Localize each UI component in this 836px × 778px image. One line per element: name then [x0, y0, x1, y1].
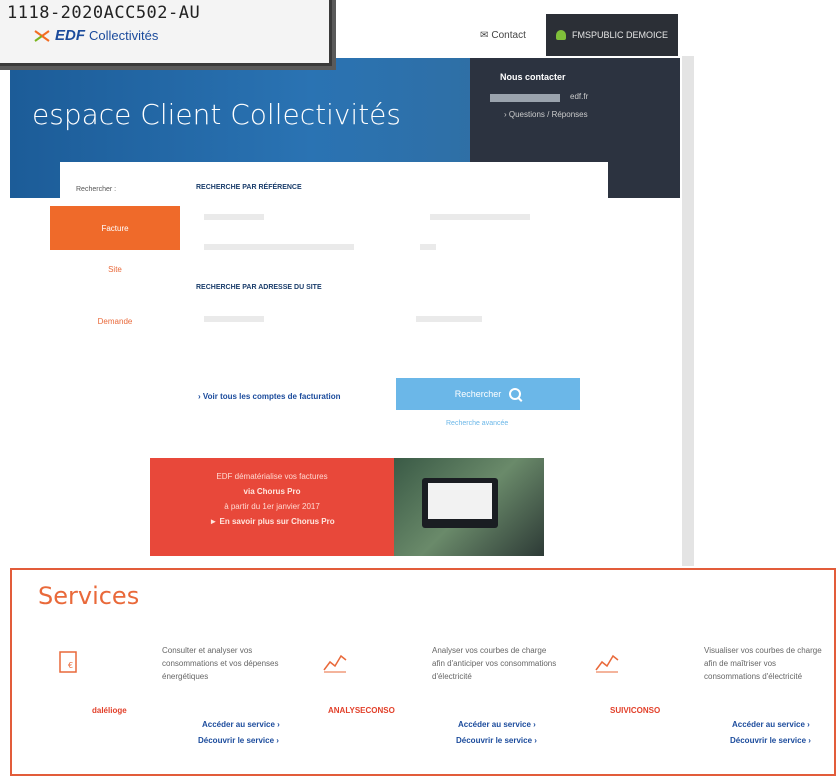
- search-sidebar-label: Rechercher :: [76, 186, 117, 193]
- user-account-button[interactable]: FMSPUBLIC DEMOICE: [546, 14, 678, 56]
- chorus-pro-promo[interactable]: EDF dématérialise vos factures via Choru…: [150, 458, 544, 556]
- access-service-link[interactable]: Accéder au service ›: [202, 720, 280, 729]
- edf-brand: EDF: [55, 27, 85, 44]
- promo-link[interactable]: ► En savoir plus sur Chorus Pro: [150, 517, 394, 526]
- edf-logo: EDF Collectivités: [33, 27, 158, 44]
- user-icon: [555, 30, 566, 40]
- reference-code: 1118-2020ACC502-AU: [7, 3, 201, 23]
- discover-service-link[interactable]: Découvrir le service ›: [456, 736, 537, 745]
- promo-line-2: via Chorus Pro: [243, 487, 301, 496]
- page-title: espace Client Collectivités: [32, 98, 401, 131]
- see-all-accounts-link[interactable]: › Voir tous les comptes de facturation: [198, 392, 341, 401]
- mail-icon: ✉: [480, 30, 489, 41]
- discover-service-link[interactable]: Découvrir le service ›: [198, 736, 279, 745]
- contact-heading: Nous contacter: [500, 72, 566, 82]
- service-description: Visualiser vos courbes de charge afin de…: [704, 646, 822, 681]
- chart-icon: [595, 654, 619, 673]
- faq-link[interactable]: › Questions / Réponses: [504, 110, 588, 119]
- service-card: € dalélioge Consulter et analyser vos co…: [22, 644, 292, 764]
- service-name: ANALYSECONSO: [328, 706, 395, 715]
- reference-field-2[interactable]: [430, 214, 530, 220]
- reference-field-4[interactable]: [420, 244, 436, 250]
- search-button[interactable]: Rechercher: [396, 378, 580, 410]
- promo-line-1: EDF dématérialise vos factures: [216, 472, 328, 481]
- services-section: Services € dalélioge Consulter et analys…: [10, 568, 836, 776]
- service-card: ANALYSECONSO Analyser vos courbes de cha…: [288, 644, 558, 764]
- search-button-label: Rechercher: [454, 389, 502, 399]
- service-name: SUIVICONSO: [610, 706, 661, 715]
- reference-field[interactable]: [204, 214, 264, 220]
- tab-facture[interactable]: Facture: [50, 206, 180, 250]
- promo-text: EDF dématérialise vos factures via Choru…: [150, 458, 394, 556]
- reference-field-3[interactable]: [204, 244, 354, 250]
- contact-link[interactable]: ✉ Contact: [480, 30, 526, 41]
- laptop-image: [422, 478, 498, 528]
- promo-line-3: à partir du 1er janvier 2017: [224, 502, 320, 511]
- services-title: Services: [38, 582, 140, 610]
- discover-service-link[interactable]: Découvrir le service ›: [730, 736, 811, 745]
- section-address-title: RECHERCHE PAR ADRESSE DU SITE: [196, 284, 322, 291]
- user-name: FMSPUBLIC DEMOICE: [571, 30, 668, 40]
- contact-email-redacted: [490, 94, 560, 102]
- address-field[interactable]: [204, 316, 264, 322]
- service-description: Consulter et analyser vos consommations …: [162, 646, 279, 681]
- edf-flower-icon: [34, 29, 50, 42]
- promo-photo: [394, 458, 544, 556]
- service-name: dalélioge: [92, 706, 127, 715]
- address-field-2[interactable]: [416, 316, 482, 322]
- chart-icon: [323, 654, 347, 673]
- reference-stamp: 1118-2020ACC502-AU EDF Collectivités: [0, 0, 332, 66]
- advanced-search-link[interactable]: Recherche avancée: [446, 420, 508, 427]
- access-service-link[interactable]: Accéder au service ›: [732, 720, 810, 729]
- edf-brand-sub: Collectivités: [89, 28, 159, 43]
- contact-label: Contact: [491, 30, 526, 41]
- access-service-link[interactable]: Accéder au service ›: [458, 720, 536, 729]
- service-description: Analyser vos courbes de charge afin d'an…: [432, 646, 557, 681]
- svg-text:€: €: [68, 661, 73, 670]
- tab-demande[interactable]: Demande: [50, 306, 180, 336]
- section-reference-title: RECHERCHE PAR RÉFÉRENCE: [196, 184, 302, 191]
- tab-site[interactable]: Site: [50, 254, 180, 284]
- contact-email-suffix: edf.fr: [570, 92, 589, 101]
- page-edge: [682, 56, 694, 566]
- bill-icon: €: [59, 651, 77, 673]
- search-icon: [509, 388, 522, 400]
- service-card: SUIVICONSO Visualiser vos courbes de cha…: [560, 644, 830, 764]
